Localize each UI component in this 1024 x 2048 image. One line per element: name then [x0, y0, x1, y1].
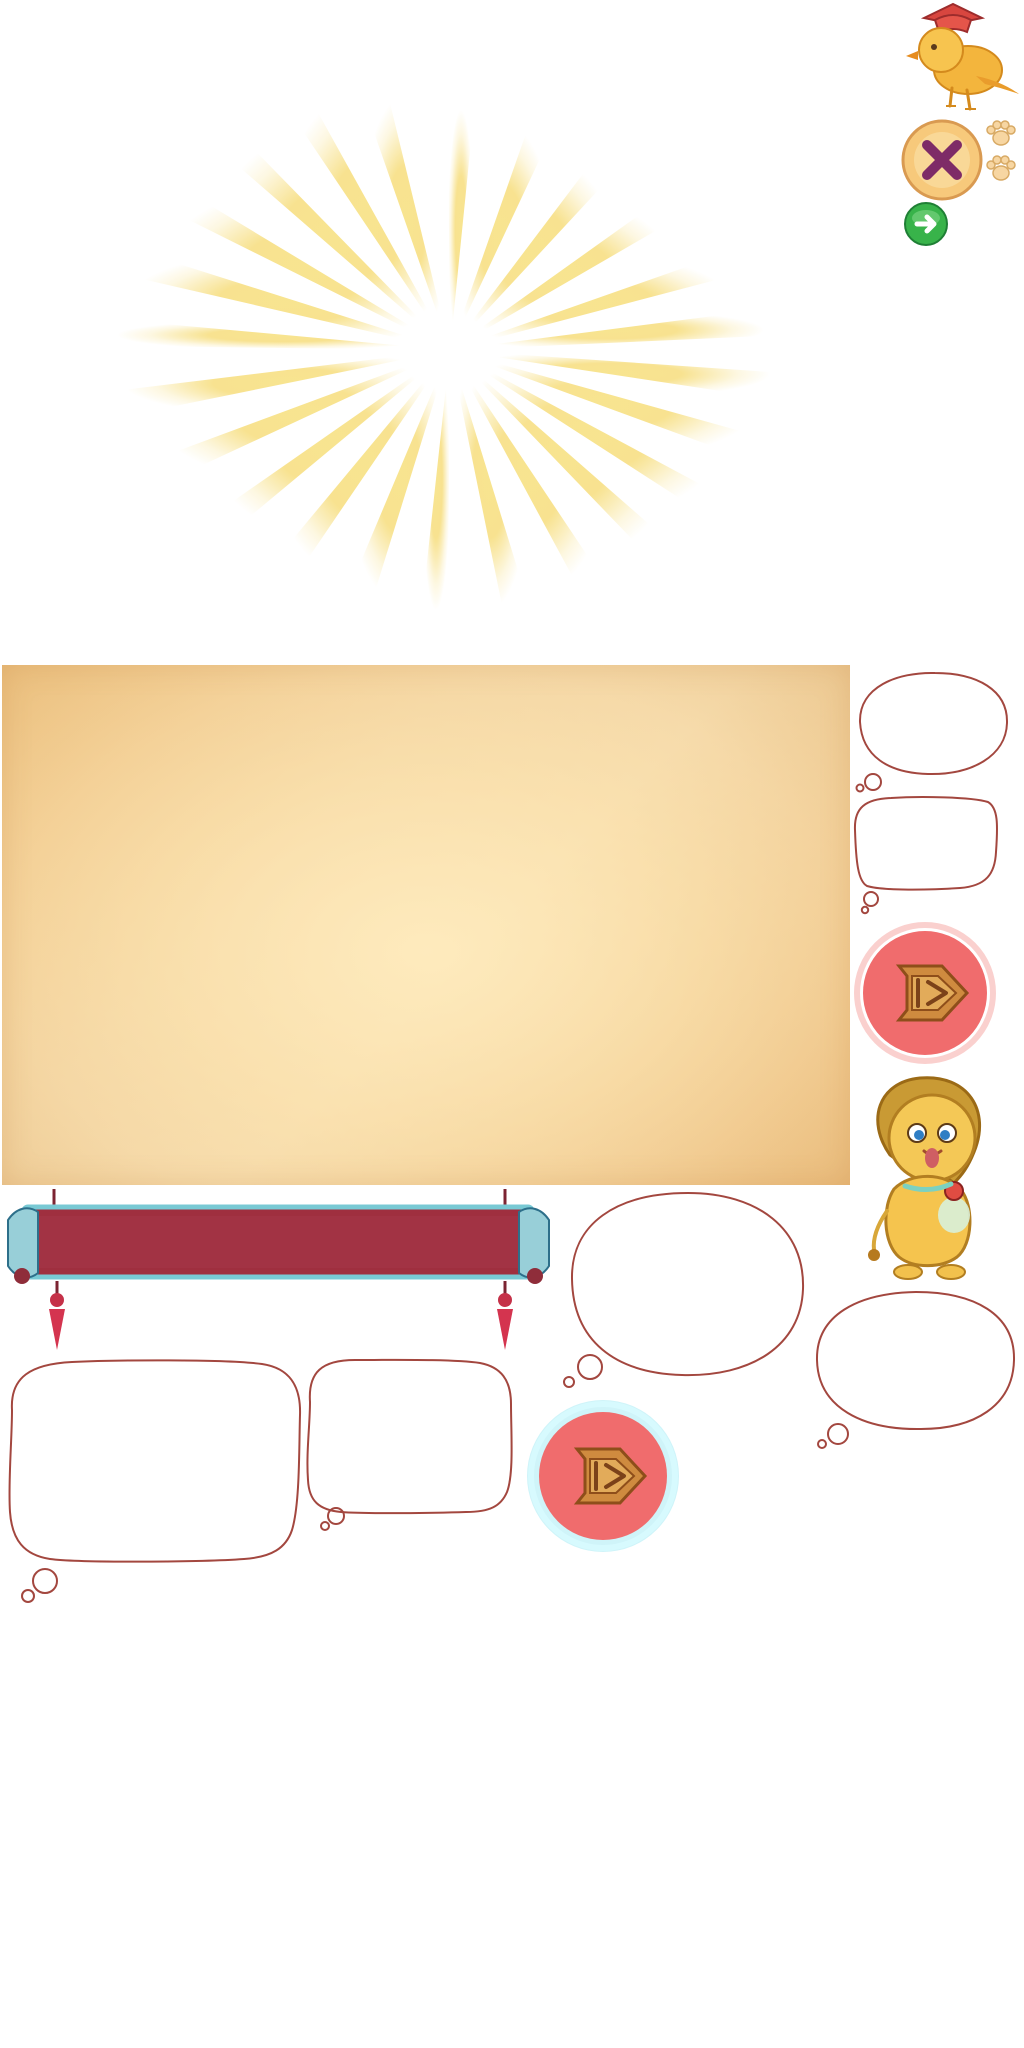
thought-bubble-art: [855, 671, 1009, 793]
speech-bubble-art: [306, 1358, 513, 1531]
thought-bubble: [852, 665, 1012, 793]
close-button[interactable]: [900, 118, 984, 202]
speech-bubble: [302, 1352, 517, 1537]
sunburst: [0, 91, 900, 640]
play-button-glow[interactable]: [520, 1393, 686, 1559]
thought-bubble: [810, 1284, 1020, 1454]
speech-bubble: [0, 1352, 310, 1614]
paw-icon: [986, 155, 1016, 181]
paw-icon: [985, 120, 1017, 148]
close-icon: [901, 119, 983, 201]
thought-bubble: [558, 1185, 813, 1395]
bird-mascot-art: [906, 2, 1019, 111]
thought-bubble-art: [563, 1191, 805, 1388]
green-arrow-button[interactable]: [903, 201, 949, 247]
thought-bubble-art: [815, 1290, 1016, 1449]
parchment-panel: [2, 665, 850, 1185]
lion-mascot-art: [868, 1076, 981, 1280]
paw-icon: [986, 120, 1016, 146]
scroll-banner: [0, 1185, 555, 1355]
speech-bubble-art: [8, 1359, 302, 1603]
play-button[interactable]: [852, 920, 998, 1066]
thought-bubble: [849, 790, 1001, 916]
paw-icon: [985, 155, 1017, 183]
play-glow-icon: [527, 1400, 679, 1552]
play-icon: [854, 922, 996, 1064]
thought-bubble-art: [853, 796, 998, 915]
scroll-banner-art: [7, 1189, 550, 1350]
lion-mascot: [850, 1066, 1000, 1286]
sunburst-art: [117, 91, 770, 610]
bird-mascot: [898, 2, 1022, 114]
arrow-right-icon: [904, 202, 948, 246]
